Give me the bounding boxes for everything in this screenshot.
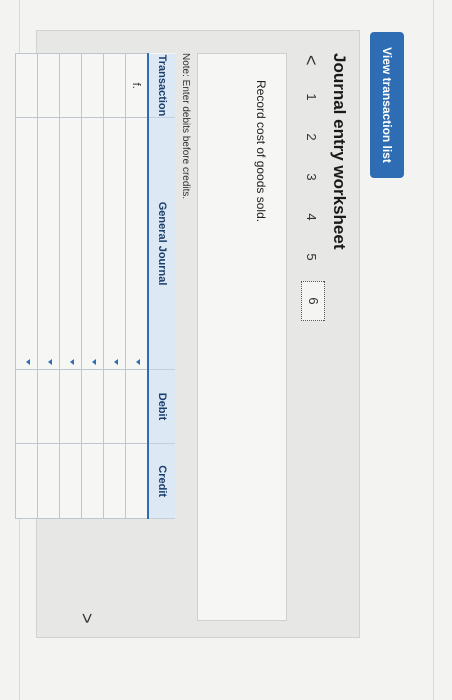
debit-input[interactable] (37, 369, 60, 444)
credit-input[interactable] (125, 443, 148, 519)
credit-input[interactable] (81, 443, 104, 519)
account-select[interactable] (37, 117, 60, 370)
debits-note: Note: Enter debits before credits. (180, 53, 191, 200)
credit-input[interactable] (15, 443, 38, 519)
transaction-cell (37, 53, 60, 118)
journal-table: Transaction General Journal Debit Credit… (15, 53, 175, 519)
transaction-cell: f. (125, 53, 148, 118)
table-row (59, 53, 82, 519)
header-debit: Debit (148, 369, 175, 444)
table-row: f. (125, 53, 148, 519)
credit-input[interactable] (103, 443, 126, 519)
debit-input[interactable] (103, 369, 126, 444)
debit-input[interactable] (125, 369, 148, 444)
table-row (15, 53, 38, 519)
table-row (81, 53, 104, 519)
step-2[interactable]: 2 (304, 127, 319, 147)
account-select[interactable] (81, 117, 104, 370)
account-select[interactable] (103, 117, 126, 370)
account-select[interactable] (59, 117, 82, 370)
table-row (37, 53, 60, 519)
transaction-cell (15, 53, 38, 118)
debit-input[interactable] (59, 369, 82, 444)
instruction-text: Record cost of goods sold. (254, 80, 268, 223)
step-4[interactable]: 4 (304, 207, 319, 227)
next-step-arrow-icon[interactable]: > (76, 613, 97, 624)
step-5[interactable]: 5 (304, 247, 319, 267)
step-1[interactable]: 1 (304, 87, 319, 107)
debit-input[interactable] (81, 369, 104, 444)
page-edge-top (433, 0, 434, 700)
table-row (103, 53, 126, 519)
header-general-journal: General Journal (148, 117, 175, 370)
prev-step-arrow-icon[interactable]: < (300, 55, 321, 66)
transaction-cell (81, 53, 104, 118)
transaction-cell (59, 53, 82, 118)
account-select[interactable] (125, 117, 148, 370)
credit-input[interactable] (59, 443, 82, 519)
instruction-box: Record cost of goods sold. (197, 53, 287, 621)
header-credit: Credit (148, 443, 175, 519)
header-transaction: Transaction (148, 53, 175, 118)
debit-input[interactable] (15, 369, 38, 444)
view-transaction-list-button[interactable]: View transaction list (370, 32, 404, 178)
journal-entry-worksheet-panel: Journal entry worksheet < 1 2 3 4 5 6 > … (15, 30, 360, 638)
account-select[interactable] (15, 117, 38, 370)
page-canvas: View transaction list Journal entry work… (0, 0, 452, 700)
credit-input[interactable] (37, 443, 60, 519)
transaction-cell (103, 53, 126, 118)
step-3[interactable]: 3 (304, 167, 319, 187)
worksheet-title: Journal entry worksheet (330, 53, 349, 250)
step-6-active[interactable]: 6 (301, 281, 325, 321)
